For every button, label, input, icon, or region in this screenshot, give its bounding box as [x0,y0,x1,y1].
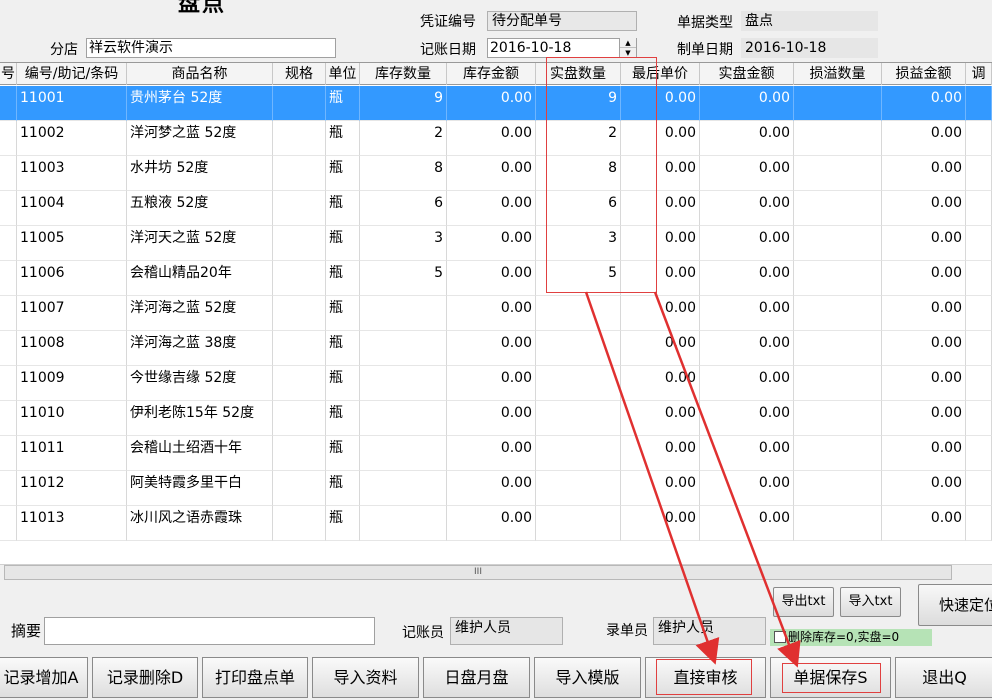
arrow-to-save [653,291,801,668]
arrow-to-approve [584,291,720,665]
annotation-arrows [584,291,801,668]
